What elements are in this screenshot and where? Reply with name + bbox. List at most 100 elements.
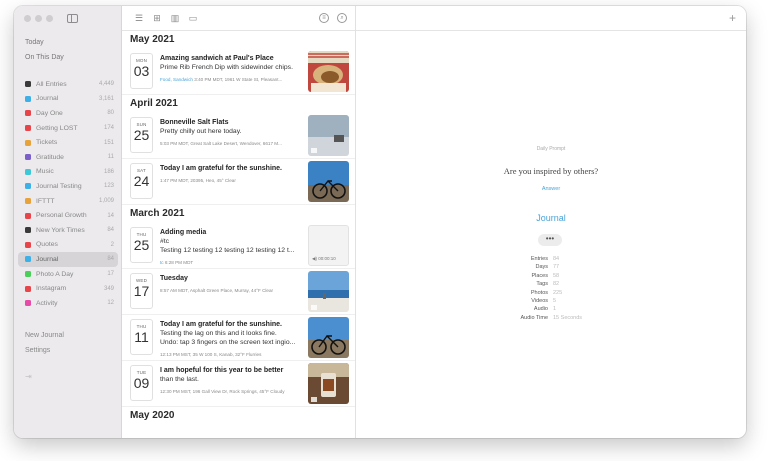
sidebar-journal-item[interactable]: New York Times 84	[18, 223, 118, 238]
entry-text: Testing the lag on this and it looks fin…	[160, 330, 277, 337]
map-icon[interactable]: ▥	[170, 13, 180, 23]
journal-count: 123	[103, 183, 114, 190]
minimize-window-button[interactable]	[35, 15, 42, 22]
journal-count: 2	[110, 241, 114, 248]
stat-row: Audio Time 15 Seconds	[506, 314, 626, 322]
stat-row: Tags 82	[506, 280, 626, 288]
stat-row: Videos 5	[506, 297, 626, 305]
entry-date: SAT 24	[130, 163, 153, 199]
sidebar-item-today[interactable]: Today	[25, 35, 64, 50]
sidebar-journal-item[interactable]: Getting LOST 174	[18, 121, 118, 136]
journal-count: 186	[103, 168, 114, 175]
new-journal-button[interactable]: New Journal	[25, 328, 64, 343]
entry-title: Adding media	[160, 229, 207, 236]
audio-thumbnail[interactable]: ◀) 00:00:10	[308, 225, 349, 266]
sidebar-journal-item[interactable]: Tickets 151	[18, 135, 118, 150]
sidebar-journal-item[interactable]: Journal 84	[18, 252, 118, 267]
entry-day: 24	[133, 173, 150, 189]
sidebar-item-on-this-day[interactable]: On This Day	[25, 50, 64, 65]
journal-color-icon	[25, 154, 31, 161]
entry-body: Adding media #tc Testing 12 testing 12 tes…	[153, 223, 308, 268]
journal-color-icon	[25, 168, 31, 175]
journal-count: 80	[107, 110, 114, 117]
list-icon[interactable]: ☰	[134, 13, 144, 23]
sidebar-journal-item[interactable]: Day One 80	[18, 106, 118, 121]
entry-text: Undo: tap 3 fingers on the screen text i…	[160, 339, 296, 346]
sidebar-journal-item[interactable]: Quotes 2	[18, 238, 118, 253]
entry-meta: Food, Sandwich 3:40 PM MDT, 1961 W State…	[160, 77, 304, 82]
entry-row[interactable]: WED 17 Tuesday 8:57 AM MDT, Asphalt Green P…	[122, 269, 355, 315]
entry-body: I am hopeful for this year to be better t…	[153, 361, 308, 406]
journal-color-icon	[25, 110, 31, 117]
sidebar-journal-item[interactable]: Personal Growth 14	[18, 208, 118, 223]
stat-value: 84	[553, 256, 560, 262]
zoom-window-button[interactable]	[46, 15, 53, 22]
add-entry-button[interactable]: +	[729, 11, 736, 25]
entry-photo-thumbnail[interactable]	[308, 317, 349, 358]
sidebar-journal-item[interactable]: All Entries 4,449	[18, 77, 118, 92]
sidebar-journal-item[interactable]: Gratitude 11	[18, 150, 118, 165]
entry-text: Pretty chilly out here today.	[160, 128, 242, 135]
close-window-button[interactable]	[24, 15, 31, 22]
entry-row[interactable]: TUE 09 I am hopeful for this year to be be…	[122, 361, 355, 407]
calendar-icon[interactable]: ▭	[188, 13, 198, 23]
stat-label: Photos	[530, 289, 548, 296]
sidebar-journal-item[interactable]: IFTTT 1,009	[18, 194, 118, 209]
sidebar-journal-item[interactable]: Journal Testing 123	[18, 179, 118, 194]
grid-icon[interactable]: ⊞	[152, 13, 162, 23]
entry-date: THU 11	[130, 319, 153, 355]
journal-color-icon	[25, 212, 31, 219]
entry-body: Bonneville Salt Flats Pretty chilly out h…	[153, 113, 308, 158]
entry-text: #tc	[160, 238, 170, 245]
entry-meta: 12:13 PM MST, 35 W 100 S, Kanab, 32°F Fl…	[160, 352, 304, 357]
sidebar: Today On This Day All Entries 4,449 Journa…	[14, 6, 122, 438]
journal-name: Quotes	[36, 241, 58, 249]
sidebar-journal-item[interactable]: Activity 12	[18, 296, 118, 311]
sidebar-journal-item[interactable]: Instagram 349	[18, 281, 118, 296]
search-icon[interactable]: ⌕	[337, 13, 347, 23]
stat-row: Entries 84	[506, 255, 626, 263]
entry-day: 25	[133, 237, 150, 253]
entry-row[interactable]: THU 11 Today I am grateful for the sunshin…	[122, 315, 355, 361]
journal-name: Journal	[36, 255, 59, 263]
sidebar-journal-item[interactable]: Photo A Day 17	[18, 267, 118, 282]
entry-date: THU 25	[130, 227, 153, 263]
collapse-arrow-icon[interactable]: ⇥	[25, 372, 32, 381]
journal-name: Activity	[36, 299, 58, 307]
entry-title: Amazing sandwich at Paul's Place	[160, 55, 274, 62]
entry-list-pane: ☰ ⊞ ▥ ▭ ≡ ⌕ May 2021 MON 03 Amazing sandwic…	[122, 6, 356, 438]
sidebar-journal-item[interactable]: Music 186	[18, 165, 118, 180]
answer-link[interactable]: Answer	[356, 186, 746, 192]
entry-meta: 1:47 PM MDT, 20395, Heo, 45° Clear	[160, 178, 304, 183]
sidebar-toggle-icon[interactable]	[67, 14, 78, 23]
entry-title: Bonneville Salt Flats	[160, 119, 229, 126]
journal-name: Tickets	[36, 139, 58, 147]
entry-photo-thumbnail[interactable]	[308, 271, 349, 312]
entry-row[interactable]: SAT 24 Today I am grateful for the sunshin…	[122, 159, 355, 205]
settings-button[interactable]: Settings	[25, 343, 64, 358]
stat-value: 225	[553, 289, 563, 296]
entry-photo-thumbnail[interactable]	[308, 115, 349, 156]
entry-row[interactable]: SUN 25 Bonneville Salt Flats Pretty chilly …	[122, 113, 355, 159]
entry-tags[interactable]: tc	[160, 260, 164, 265]
filter-icon[interactable]: ≡	[319, 13, 329, 23]
stat-label: Tags	[536, 281, 548, 288]
entry-day: 09	[133, 375, 150, 391]
sidebar-journal-item[interactable]: Journal 3,161	[18, 92, 118, 107]
entry-tags[interactable]: Food, Sandwich	[160, 77, 193, 82]
entry-photo-thumbnail[interactable]	[308, 51, 349, 92]
entry-text: Prime Rib French Dip with sidewinder chi…	[160, 64, 293, 71]
entry-row[interactable]: THU 25 Adding media #tc Testing 12 testing 1…	[122, 223, 355, 269]
more-options-button[interactable]: •••	[538, 234, 562, 246]
entry-day: 25	[133, 127, 150, 143]
entry-photo-thumbnail[interactable]	[308, 161, 349, 202]
journal-list: All Entries 4,449 Journal 3,161 Day One 80 Get…	[18, 77, 118, 311]
stat-value: 1	[553, 306, 557, 313]
journal-count: 84	[107, 227, 114, 234]
entry-meta: 8:57 AM MDT, Asphalt Green Place, Murray…	[160, 288, 304, 293]
entry-row[interactable]: MON 03 Amazing sandwich at Paul's Place Pri…	[122, 49, 355, 95]
entry-day: 03	[133, 63, 150, 79]
stat-value: 77	[553, 264, 560, 271]
entry-photo-thumbnail[interactable]	[308, 363, 349, 404]
month-header: March 2021	[130, 208, 185, 219]
